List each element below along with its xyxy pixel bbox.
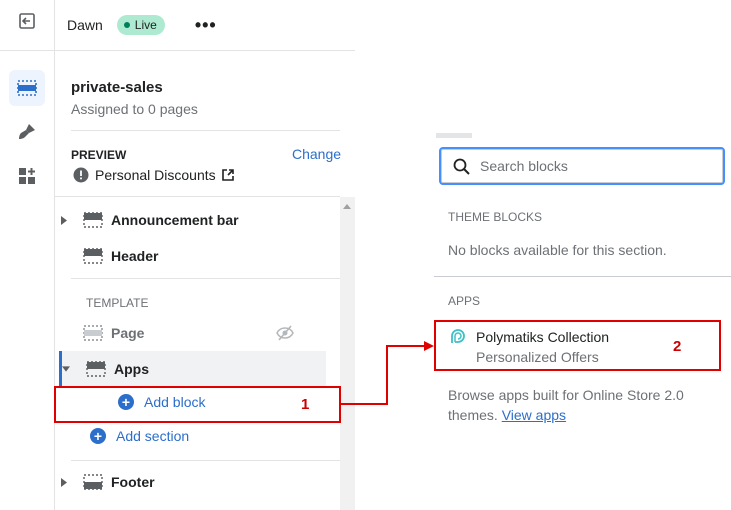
sections-icon[interactable] [9, 70, 45, 106]
live-badge: Live [116, 15, 165, 35]
caret-right-icon[interactable] [55, 215, 71, 225]
section-icon [83, 248, 103, 264]
theme-name: Dawn [67, 17, 103, 33]
live-dot-icon [123, 22, 130, 28]
section-apps[interactable]: Apps [59, 351, 326, 387]
top-bar: Dawn Live ••• [55, 0, 355, 51]
scrollbar[interactable] [340, 197, 355, 510]
section-label: Header [111, 248, 159, 264]
add-section-button[interactable]: + Add section [90, 428, 189, 444]
annotation-number-1: 1 [301, 396, 310, 413]
section-label: Footer [111, 474, 155, 490]
section-icon [83, 212, 103, 228]
sections-panel: private-sales Assigned to 0 pages PREVIE… [55, 51, 355, 510]
highlight-box-1 [54, 386, 341, 423]
change-preview-link[interactable]: Change [292, 146, 341, 162]
section-label: Announcement bar [111, 212, 239, 228]
icon-rail [0, 0, 55, 510]
preview-label: PREVIEW [71, 148, 127, 162]
annotation-number-2: 2 [673, 338, 682, 355]
brush-icon[interactable] [9, 114, 45, 150]
preview-value: Personal Discounts [95, 167, 216, 183]
section-icon [83, 474, 103, 490]
scroll-up-icon[interactable] [343, 204, 351, 209]
section-header[interactable]: Header [55, 238, 340, 274]
no-blocks-message: No blocks available for this section. [448, 242, 667, 258]
more-actions-button[interactable]: ••• [195, 16, 217, 34]
section-announcement-bar[interactable]: Announcement bar [55, 202, 340, 238]
search-blocks-input[interactable] [480, 158, 700, 174]
search-box[interactable] [439, 147, 725, 185]
assigned-pages: Assigned to 0 pages [71, 101, 198, 117]
section-page[interactable]: Page [55, 315, 340, 351]
theme-blocks-heading: THEME BLOCKS [448, 210, 543, 224]
apps-heading: APPS [448, 294, 481, 308]
caret-right-icon[interactable] [55, 477, 71, 487]
hidden-eye-icon[interactable] [276, 325, 294, 341]
section-icon [83, 325, 103, 341]
section-icon [86, 361, 106, 377]
search-icon [453, 158, 470, 175]
section-label: Apps [114, 361, 149, 377]
apps-grid-icon[interactable] [9, 158, 45, 194]
external-link-icon [221, 169, 234, 181]
section-label: Page [111, 325, 145, 341]
plus-circle-icon: + [90, 428, 106, 444]
alert-icon [73, 167, 89, 183]
template-label: TEMPLATE [86, 296, 149, 310]
exit-icon[interactable] [9, 3, 45, 39]
preview-value-row[interactable]: Personal Discounts [73, 167, 234, 183]
view-apps-link[interactable]: View apps [502, 407, 566, 423]
caret-down-icon[interactable] [62, 366, 74, 372]
add-block-popover: THEME BLOCKS No blocks available for thi… [434, 133, 731, 433]
template-name: private-sales [71, 79, 163, 96]
section-footer[interactable]: Footer [55, 464, 340, 500]
browse-apps-text: Browse apps built for Online Store 2.0 t… [448, 387, 684, 423]
